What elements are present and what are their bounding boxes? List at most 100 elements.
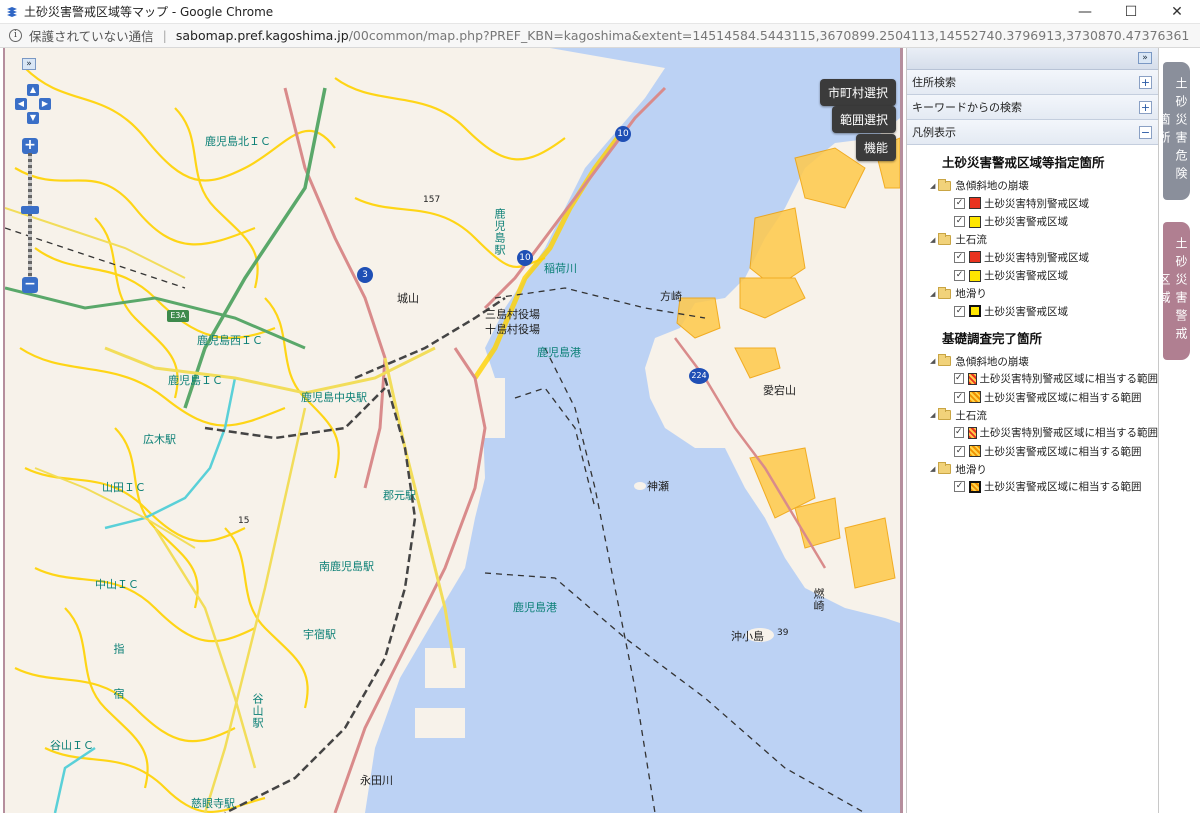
item-label: 土砂災害警戒区域に相当する範囲 [984, 445, 1142, 458]
address-bar[interactable]: i 保護されていない通信 | sabomap.pref.kagoshima.jp… [0, 24, 1200, 48]
map-label: 三島村役場 [485, 308, 540, 321]
legend-item[interactable]: ✓ 土砂災害警戒区域 [907, 302, 1158, 321]
layer-checkbox[interactable]: ✓ [954, 481, 965, 493]
pier [415, 708, 465, 738]
zoom-slider-handle[interactable] [21, 206, 39, 214]
function-button[interactable]: 機能 [856, 134, 897, 161]
expand-triangle-icon[interactable]: ◢ [930, 236, 935, 244]
map-label: 山田ＩＣ [102, 481, 146, 494]
expand-triangle-icon[interactable]: ◢ [930, 357, 935, 365]
app-icon [7, 6, 17, 17]
route-shield: 10 [517, 250, 533, 266]
zoom-out-button[interactable]: − [22, 277, 38, 293]
pan-control[interactable]: ▲ ◀ ▶ ▼ [15, 84, 51, 134]
map-label: 中山ＩＣ [95, 578, 139, 591]
map-expand-button[interactable]: » [22, 58, 36, 70]
legend-swatch [969, 445, 981, 458]
legend-swatch [969, 251, 981, 264]
zoom-in-button[interactable]: + [22, 138, 38, 154]
info-icon[interactable]: i [9, 29, 22, 42]
legend-item[interactable]: ✓ 土砂災害警戒区域 [907, 213, 1158, 232]
layer-checkbox[interactable]: ✓ [954, 427, 964, 439]
range-select-button[interactable]: 範囲選択 [832, 106, 897, 133]
map-canvas[interactable] [5, 48, 900, 813]
legend-item[interactable]: ✓ 土砂災害警戒区域 [907, 267, 1158, 286]
route-shield: 10 [615, 126, 631, 142]
layer-checkbox[interactable]: ✓ [954, 270, 965, 282]
map-label: 157 [423, 195, 441, 205]
layer-checkbox[interactable]: ✓ [954, 445, 965, 457]
legend-group[interactable]: ◢ 急傾斜地の崩壊 [907, 177, 1158, 194]
collapse-icon[interactable]: − [1139, 126, 1152, 139]
section-label: キーワードからの検索 [912, 101, 1022, 114]
legend-section[interactable]: 凡例表示 − [907, 120, 1158, 145]
legend-item[interactable]: ✓ 土砂災害警戒区域に相当する範囲 [907, 388, 1158, 407]
layer-checkbox[interactable]: ✓ [954, 391, 965, 403]
expand-triangle-icon[interactable]: ◢ [930, 290, 935, 298]
layer-checkbox[interactable]: ✓ [954, 305, 965, 317]
group-label: 地滑り [955, 463, 987, 476]
expand-triangle-icon[interactable]: ◢ [930, 182, 935, 190]
tab-warning-zones[interactable]: 土砂災害警戒区域 [1157, 222, 1190, 360]
panel-collapse-button[interactable]: » [1138, 52, 1152, 64]
url-path[interactable]: /00common/map.php?PREF_KBN=kagoshima&ext… [349, 28, 1190, 43]
legend-group[interactable]: ◢ 地滑り [907, 461, 1158, 478]
pan-left-icon[interactable]: ◀ [15, 98, 27, 110]
expand-icon[interactable]: + [1139, 76, 1152, 89]
legend-swatch [969, 215, 981, 228]
legend-swatch [967, 426, 977, 439]
item-label: 土砂災害特別警戒区域 [984, 251, 1089, 264]
address-search-section[interactable]: 住所検索 + [907, 70, 1158, 95]
layer-checkbox[interactable]: ✓ [954, 197, 965, 209]
layer-checkbox[interactable]: ✓ [954, 216, 965, 228]
map-label: 39 [777, 628, 789, 638]
pan-right-icon[interactable]: ▶ [39, 98, 51, 110]
map-label: 広木駅 [143, 433, 176, 446]
item-label: 土砂災害特別警戒区域に相当する範囲 [979, 427, 1159, 440]
map-label: 鹿児島駅 [493, 208, 506, 256]
close-button[interactable]: ✕ [1154, 0, 1200, 24]
folder-icon [938, 178, 952, 191]
map-label: 宿 [112, 688, 125, 700]
minimize-button[interactable]: — [1062, 0, 1108, 24]
legend-group[interactable]: ◢ 土石流 [907, 231, 1158, 248]
item-label: 土砂災害特別警戒区域 [984, 197, 1089, 210]
legend-item[interactable]: ✓ 土砂災害警戒区域に相当する範囲 [907, 478, 1158, 497]
folder-icon [938, 232, 952, 245]
pan-down-icon[interactable]: ▼ [27, 112, 39, 124]
legend-swatch [969, 391, 981, 404]
folder-icon [938, 354, 952, 366]
legend-swatch [969, 480, 981, 493]
keyword-search-section[interactable]: キーワードからの検索 + [907, 95, 1158, 120]
item-label: 土砂災害警戒区域 [984, 216, 1068, 229]
pan-up-icon[interactable]: ▲ [27, 84, 39, 96]
legend-heading: 土砂災害警戒区域等指定箇所 [942, 155, 1105, 170]
url-host[interactable]: sabomap.pref.kagoshima.jp [176, 28, 349, 43]
legend-item[interactable]: ✓ 土砂災害特別警戒区域 [907, 194, 1158, 213]
expand-triangle-icon[interactable]: ◢ [930, 411, 935, 419]
map-label: 鹿児島北ＩＣ [205, 135, 271, 148]
legend-item[interactable]: ✓ 土砂災害特別警戒区域に相当する範囲 [907, 424, 1158, 443]
legend-group[interactable]: ◢ 土石流 [907, 407, 1158, 424]
legend-item[interactable]: ✓ 土砂災害特別警戒区域に相当する範囲 [907, 370, 1158, 389]
legend-group[interactable]: ◢ 地滑り [907, 285, 1158, 302]
zoom-slider-track[interactable] [28, 153, 32, 278]
legend-item[interactable]: ✓ 土砂災害特別警戒区域 [907, 248, 1158, 267]
legend-group[interactable]: ◢ 急傾斜地の崩壊 [907, 353, 1158, 370]
municipality-select-button[interactable]: 市町村選択 [820, 79, 897, 106]
legend-item[interactable]: ✓ 土砂災害警戒区域に相当する範囲 [907, 442, 1158, 461]
map-label: 神瀬 [647, 480, 669, 493]
folder-icon [938, 408, 952, 420]
map-label: 鹿児島ＩＣ [168, 374, 223, 387]
layer-checkbox[interactable]: ✓ [954, 251, 965, 263]
legend-swatch [967, 372, 977, 385]
layer-checkbox[interactable]: ✓ [954, 373, 964, 385]
tab-risk-sites[interactable]: 土砂災害危険箇所 [1157, 62, 1190, 200]
expand-icon[interactable]: + [1139, 101, 1152, 114]
maximize-button[interactable]: ☐ [1108, 0, 1154, 24]
map-label: 谷山ＩＣ [50, 739, 94, 752]
security-status[interactable]: 保護されていない通信 [29, 26, 154, 45]
item-label: 土砂災害警戒区域に相当する範囲 [984, 481, 1142, 494]
map-view[interactable]: 鹿児島北ＩＣ 鹿児島西ＩＣ 鹿児島ＩＣ 広木駅 山田ＩＣ 中山ＩＣ 谷山ＩＣ 鹿… [3, 48, 903, 813]
expand-triangle-icon[interactable]: ◢ [930, 465, 935, 473]
